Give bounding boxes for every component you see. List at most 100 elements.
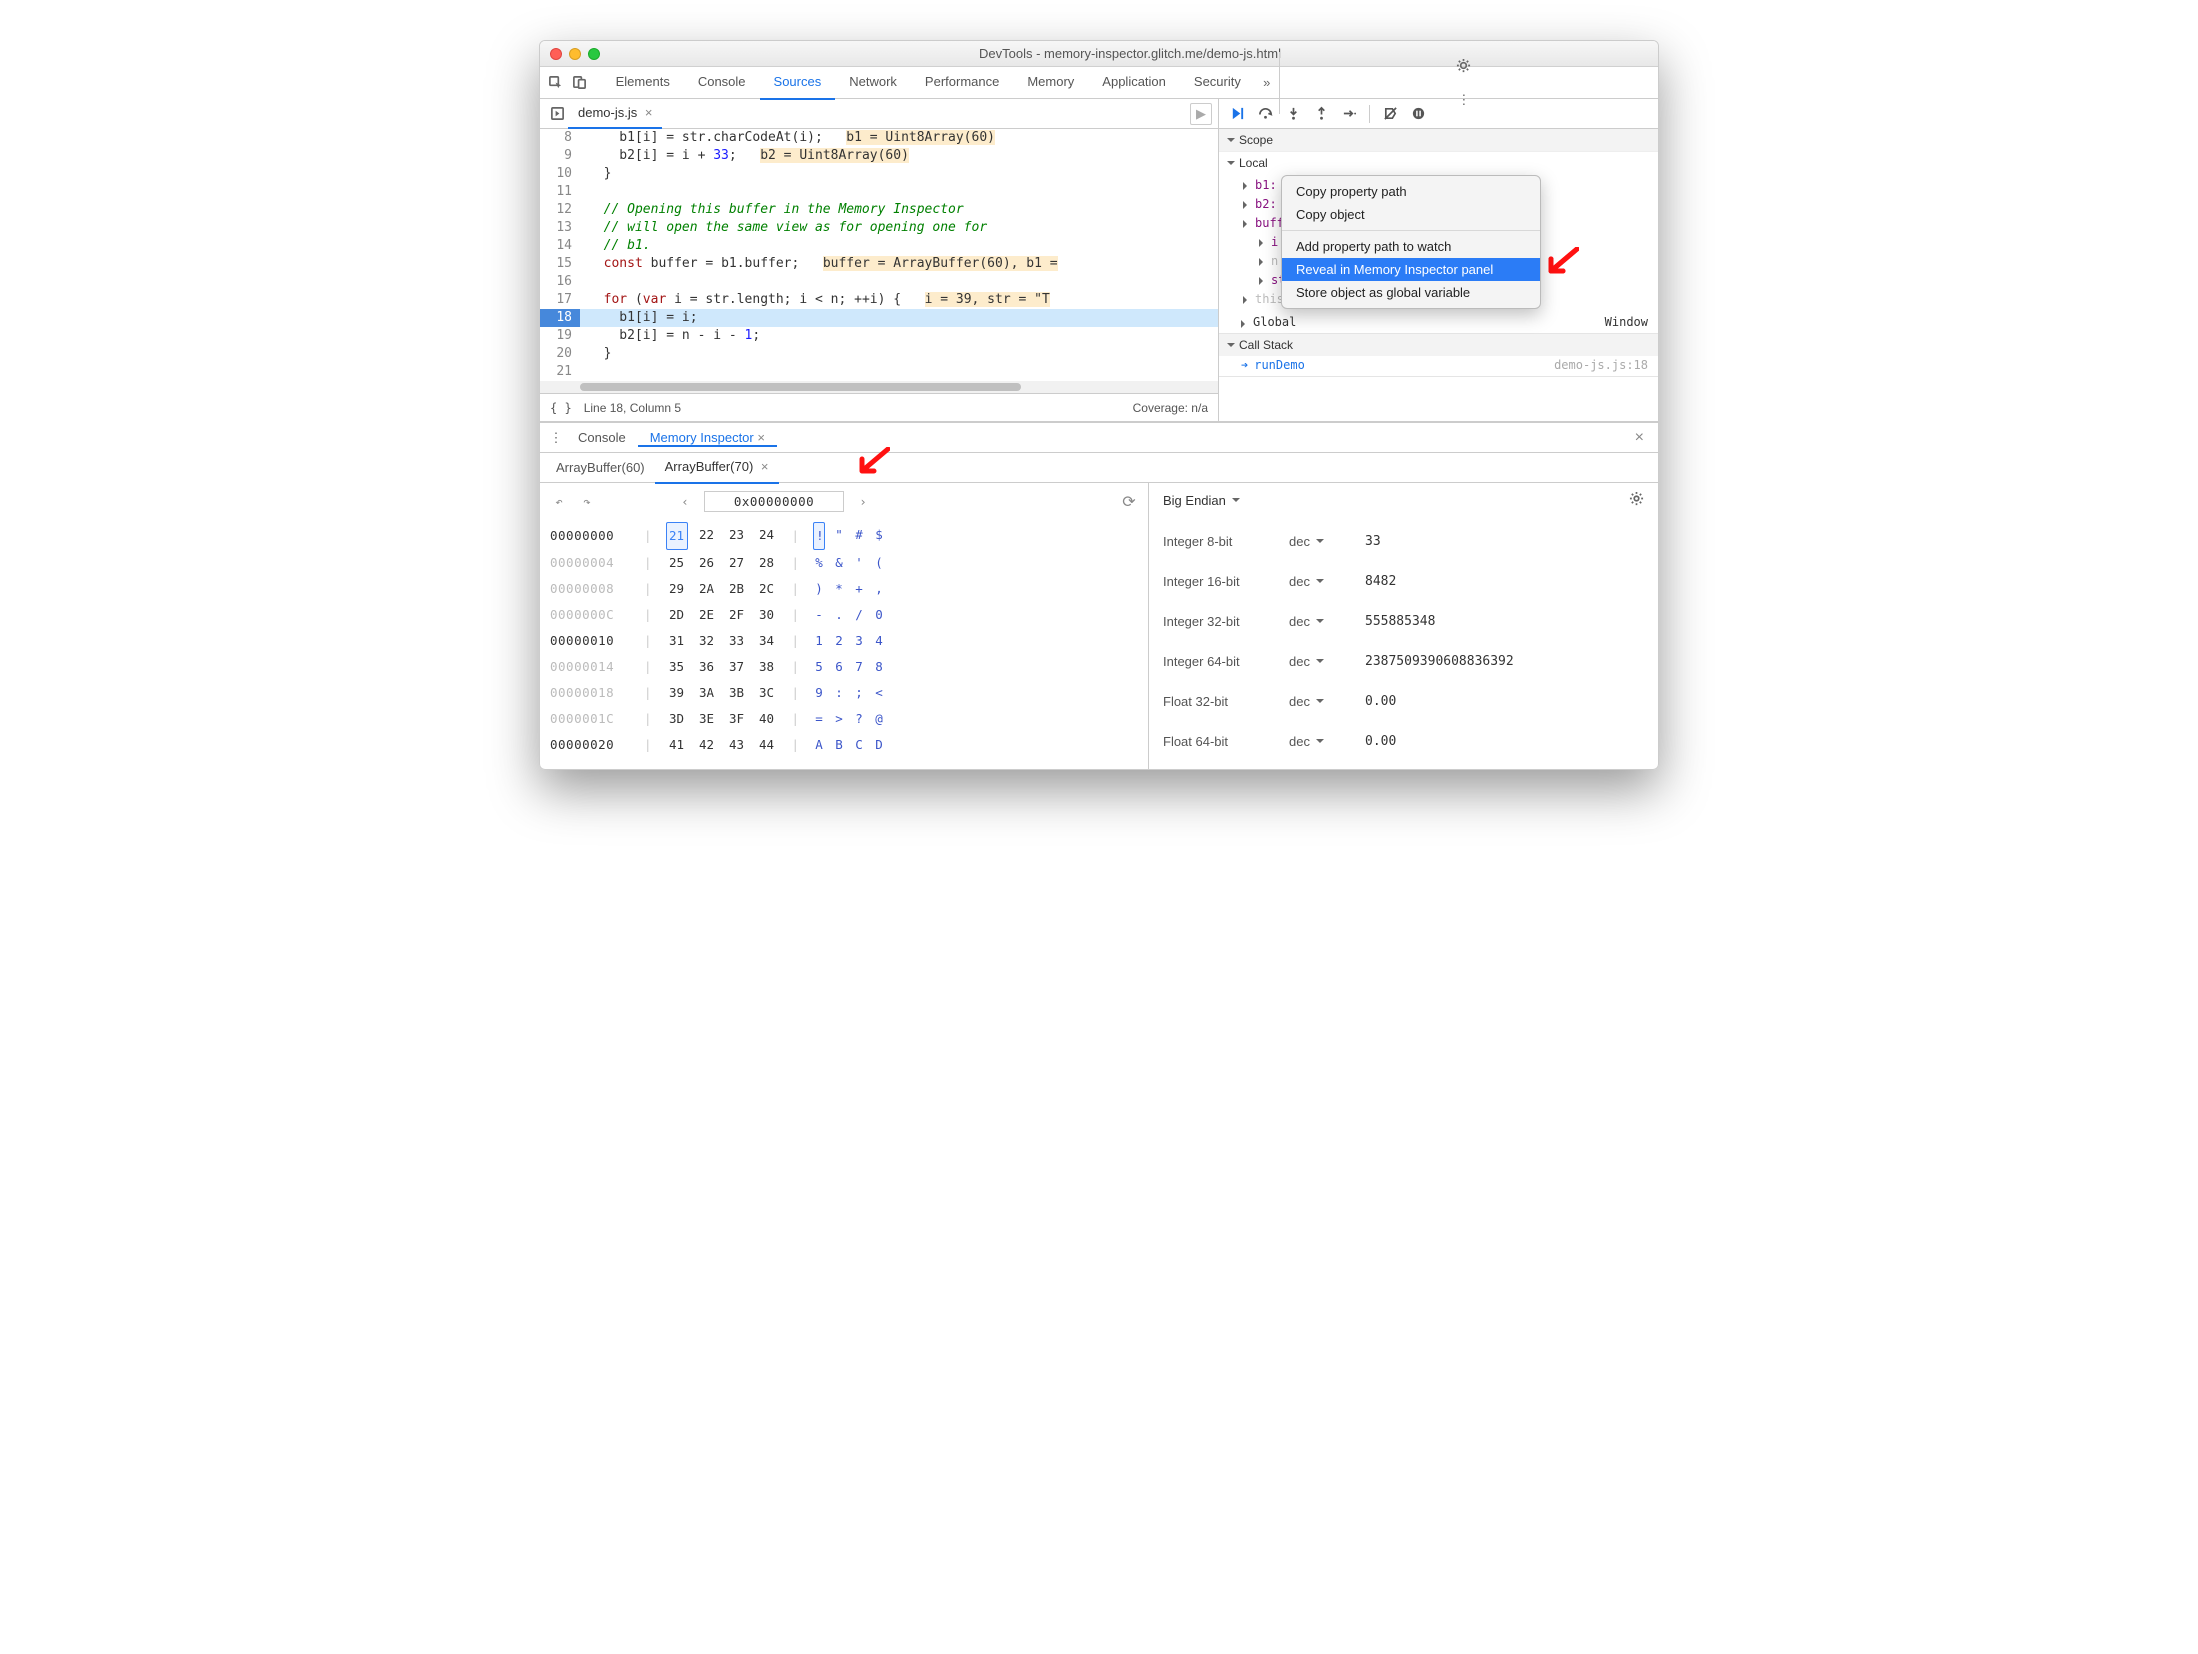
code-line[interactable]: 9 b2[i] = i + 33; b2 = Uint8Array(60): [540, 147, 1218, 165]
code-line[interactable]: 18 b1[i] = i;: [540, 309, 1218, 327]
context-menu-item[interactable]: Add property path to watch: [1282, 235, 1540, 258]
code-line[interactable]: 10 }: [540, 165, 1218, 183]
panel-tab[interactable]: Console: [684, 66, 760, 100]
code-line[interactable]: 21: [540, 363, 1218, 381]
value-row: Integer 8-bitdec 33: [1163, 521, 1644, 561]
context-menu-item[interactable]: Copy property path: [1282, 180, 1540, 203]
buffer-tab[interactable]: ArrayBuffer(70) ×: [655, 452, 779, 484]
format-selector[interactable]: dec: [1289, 734, 1349, 749]
context-menu-item[interactable]: Reveal in Memory Inspector panel: [1282, 258, 1540, 281]
panel-tabs: ElementsConsoleSourcesNetworkPerformance…: [602, 66, 1255, 100]
device-toggle-icon[interactable]: [568, 69, 592, 97]
buffer-tab[interactable]: ArrayBuffer(60): [546, 453, 655, 483]
panel-tab[interactable]: Elements: [602, 66, 684, 100]
format-selector[interactable]: dec: [1289, 534, 1349, 549]
zoom-window-button[interactable]: [588, 48, 600, 60]
resume-icon[interactable]: [1225, 102, 1249, 126]
chevron-down-icon: [1232, 498, 1240, 506]
code-line[interactable]: 17 for (var i = str.length; i < n; ++i) …: [540, 291, 1218, 309]
file-tabbar: demo-js.js × ▶: [540, 99, 1218, 129]
hex-row[interactable]: 00000018|393A3B3C|9:;<: [550, 680, 1138, 706]
address-input[interactable]: 0x00000000: [704, 491, 844, 512]
navigator-toggle-icon[interactable]: [546, 103, 568, 125]
hex-grid[interactable]: 00000000|21222324|!"#$00000004|25262728|…: [550, 522, 1138, 758]
format-selector[interactable]: dec: [1289, 694, 1349, 709]
value-interpreter: Big Endian Integer 8-bitdec 33Integer 16…: [1148, 483, 1658, 769]
gear-icon[interactable]: [1629, 491, 1644, 509]
value-row: Float 64-bitdec 0.00: [1163, 721, 1644, 761]
code-line[interactable]: 8 b1[i] = str.charCodeAt(i); b1 = Uint8A…: [540, 129, 1218, 147]
pause-on-exceptions-icon[interactable]: [1406, 102, 1430, 126]
drawer-tab[interactable]: Memory Inspector ×: [638, 430, 777, 447]
format-selector[interactable]: dec: [1289, 574, 1349, 589]
step-into-icon[interactable]: [1281, 102, 1305, 126]
panel-tab[interactable]: Sources: [760, 66, 836, 100]
callstack-header[interactable]: Call Stack: [1219, 334, 1658, 356]
code-line[interactable]: 16: [540, 273, 1218, 291]
next-page-icon[interactable]: ›: [854, 494, 872, 509]
panel-tab[interactable]: Application: [1088, 66, 1180, 100]
hex-row[interactable]: 00000004|25262728|%&'(: [550, 550, 1138, 576]
annotation-arrow-icon: [856, 447, 890, 480]
minimize-window-button[interactable]: [569, 48, 581, 60]
code-line[interactable]: 20 }: [540, 345, 1218, 363]
scope-local-header[interactable]: Local: [1219, 151, 1658, 174]
undo-icon[interactable]: ↶: [550, 494, 568, 509]
hex-row[interactable]: 0000000C|2D2E2F30|-./0: [550, 602, 1138, 628]
inspect-element-icon[interactable]: [544, 69, 568, 97]
code-line[interactable]: 12 // Opening this buffer in the Memory …: [540, 201, 1218, 219]
panel-tab[interactable]: Security: [1180, 66, 1255, 100]
file-tab-label: demo-js.js: [578, 105, 637, 120]
panel-tab[interactable]: Performance: [911, 66, 1013, 100]
hex-row[interactable]: 00000000|21222324|!"#$: [550, 522, 1138, 550]
run-snippet-icon[interactable]: ▶: [1190, 103, 1212, 125]
hex-row[interactable]: 00000014|35363738|5678: [550, 654, 1138, 680]
deactivate-breakpoints-icon[interactable]: [1378, 102, 1402, 126]
hex-nav: ↶ ↷ ‹ 0x00000000 › ⟳: [550, 491, 1138, 512]
panel-tab[interactable]: Memory: [1013, 66, 1088, 100]
prev-page-icon[interactable]: ‹: [676, 494, 694, 509]
drawer-tab[interactable]: Console: [566, 430, 638, 445]
devtools-window: DevTools - memory-inspector.glitch.me/de…: [539, 40, 1659, 770]
format-selector[interactable]: dec: [1289, 614, 1349, 629]
value-row: Integer 32-bitdec 555885348: [1163, 601, 1644, 641]
source-code[interactable]: 8 b1[i] = str.charCodeAt(i); b1 = Uint8A…: [540, 129, 1218, 381]
step-over-icon[interactable]: [1253, 102, 1277, 126]
settings-icon[interactable]: [1450, 52, 1478, 80]
close-tab-icon[interactable]: ×: [645, 105, 653, 120]
refresh-icon[interactable]: ⟳: [1120, 492, 1138, 511]
code-line[interactable]: 15 const buffer = b1.buffer; buffer = Ar…: [540, 255, 1218, 273]
redo-icon[interactable]: ↷: [578, 494, 596, 509]
code-line[interactable]: 14 // b1.: [540, 237, 1218, 255]
close-drawer-icon[interactable]: ×: [1627, 429, 1652, 447]
code-line[interactable]: 13 // will open the same view as for ope…: [540, 219, 1218, 237]
context-menu-item[interactable]: Store object as global variable: [1282, 281, 1540, 304]
hex-row[interactable]: 00000020|41424344|ABCD: [550, 732, 1138, 758]
panel-tab[interactable]: Network: [835, 66, 911, 100]
context-menu-item[interactable]: Copy object: [1282, 203, 1540, 226]
format-selector[interactable]: dec: [1289, 654, 1349, 669]
hex-row[interactable]: 00000008|292A2B2C|)*+,: [550, 576, 1138, 602]
endian-selector[interactable]: Big Endian: [1163, 491, 1644, 509]
debugger-pane: Scope Local b1:…b2:…buffi:n:struffer :)!…: [1218, 99, 1658, 421]
file-tab[interactable]: demo-js.js ×: [568, 98, 662, 129]
scope-global-row[interactable]: Global Window: [1219, 313, 1658, 333]
context-menu: Copy property pathCopy object Add propert…: [1281, 175, 1541, 309]
annotation-arrow-icon: [1545, 247, 1579, 280]
step-icon[interactable]: [1337, 102, 1361, 126]
more-tabs-icon[interactable]: »: [1255, 69, 1279, 97]
scope-header[interactable]: Scope: [1219, 129, 1658, 151]
hex-row[interactable]: 00000010|31323334|1234: [550, 628, 1138, 654]
code-line[interactable]: 19 b2[i] = n - i - 1;: [540, 327, 1218, 345]
callstack-frame[interactable]: ➔ runDemo demo-js.js:18: [1219, 356, 1658, 376]
hex-row[interactable]: 0000001C|3D3E3F40|=>?@: [550, 706, 1138, 732]
drawer-menu-icon[interactable]: ⋮: [546, 430, 566, 446]
pretty-print-icon[interactable]: { }: [550, 401, 572, 415]
drawer-tabbar: ⋮ ConsoleMemory Inspector × ×: [540, 423, 1658, 453]
close-window-button[interactable]: [550, 48, 562, 60]
code-pane: demo-js.js × ▶ 8 b1[i] = str.charCodeAt(…: [540, 99, 1218, 421]
horizontal-scrollbar[interactable]: [540, 381, 1218, 393]
cursor-position: Line 18, Column 5: [584, 401, 681, 415]
code-line[interactable]: 11: [540, 183, 1218, 201]
step-out-icon[interactable]: [1309, 102, 1333, 126]
